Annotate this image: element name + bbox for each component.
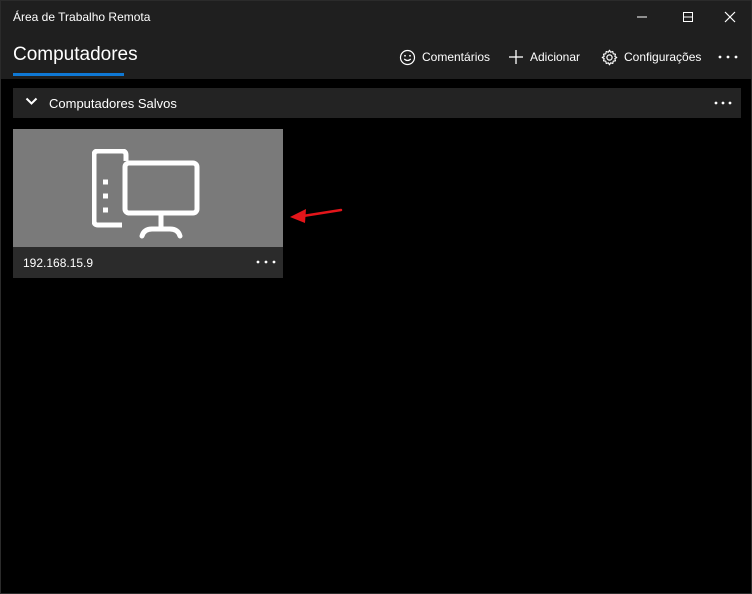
computer-tile[interactable]: 192.168.15.9 <box>13 129 283 278</box>
feedback-label: Comentários <box>422 50 491 64</box>
smiley-icon <box>399 49 416 66</box>
feedback-button[interactable]: Comentários <box>399 45 490 69</box>
computer-tile-thumbnail[interactable] <box>13 129 283 247</box>
close-button[interactable] <box>707 1 751 33</box>
more-options-button[interactable] <box>717 45 739 69</box>
title-bar: Área de Trabalho Remota <box>1 1 751 35</box>
more-icon <box>256 260 276 264</box>
group-title: Computadores Salvos <box>49 96 177 111</box>
computer-tile-footer: 192.168.15.9 <box>13 247 283 278</box>
page-title-computers[interactable]: Computadores <box>13 44 138 66</box>
saved-computers-group-header[interactable]: Computadores Salvos <box>13 88 741 118</box>
plus-icon <box>508 49 524 65</box>
settings-button[interactable]: Configurações <box>601 45 701 69</box>
maximize-icon <box>683 12 693 22</box>
minimize-button-real[interactable] <box>619 1 665 33</box>
selected-tab-indicator <box>13 73 124 76</box>
close-icon <box>724 11 736 23</box>
tile-more-button[interactable] <box>255 253 277 271</box>
maximize-button[interactable] <box>665 1 711 33</box>
add-label: Adicionar <box>530 50 581 64</box>
minimize-icon <box>637 16 647 18</box>
command-bar: Computadores Comentários Adicionar Confi… <box>1 35 751 79</box>
remote-desktop-window: Área de Trabalho Remota Computadores Com… <box>0 0 752 594</box>
computer-name: 192.168.15.9 <box>23 256 94 270</box>
gear-icon <box>601 49 618 66</box>
group-more-button[interactable] <box>713 94 733 112</box>
more-icon <box>718 55 738 59</box>
more-icon <box>714 101 732 105</box>
desktop-pc-icon <box>92 149 200 239</box>
window-title: Área de Trabalho Remota <box>13 10 151 24</box>
chevron-down-icon <box>25 97 38 105</box>
add-button[interactable]: Adicionar <box>508 45 580 69</box>
annotation-arrow-icon <box>290 208 343 223</box>
settings-label: Configurações <box>624 50 702 64</box>
